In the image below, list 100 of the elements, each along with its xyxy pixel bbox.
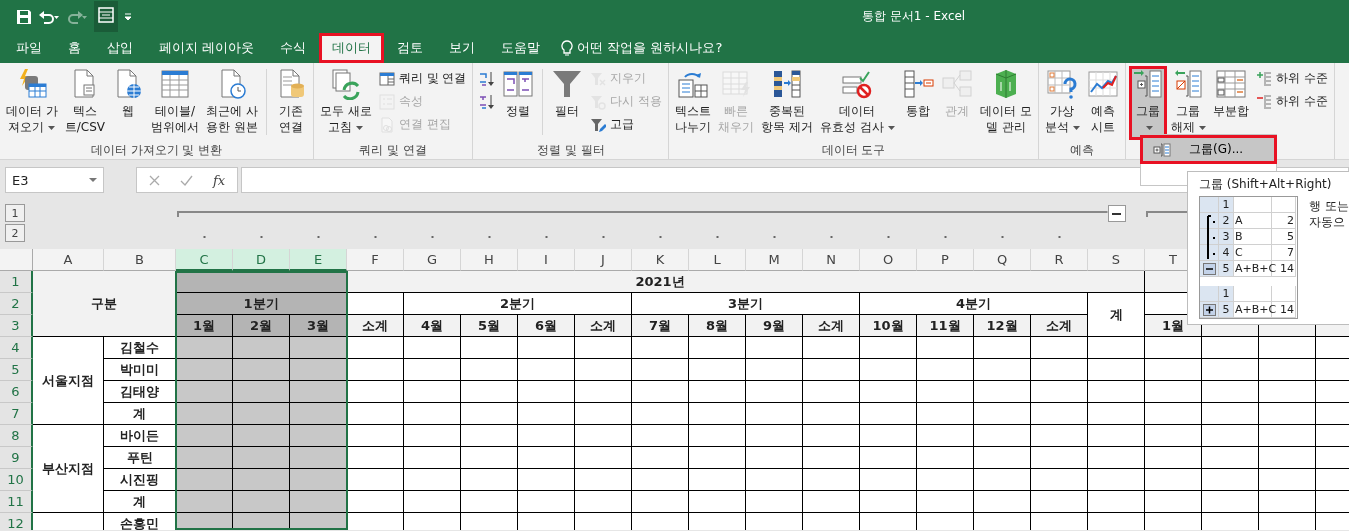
table-cell (290, 491, 347, 513)
funnel-pencil-icon (590, 116, 607, 133)
table-cell (746, 447, 803, 469)
table-cell (347, 403, 404, 425)
ribbon-small-button[interactable]: 고급 (587, 114, 666, 135)
tell-me-prompt[interactable]: 어떤 작업을 원하시나요? (577, 39, 723, 57)
ribbon-button[interactable]: 웹 (109, 66, 148, 140)
row-header[interactable]: 11 (0, 491, 33, 513)
row-header[interactable]: 5 (0, 359, 33, 381)
table-cell (347, 469, 404, 491)
table-cell (917, 381, 974, 403)
column-header[interactable]: R (1031, 249, 1088, 271)
column-header[interactable]: H (461, 249, 518, 271)
column-header[interactable]: S (1088, 249, 1145, 271)
row-header[interactable]: 12 (0, 513, 33, 530)
row-header[interactable]: 8 (0, 425, 33, 447)
column-header[interactable]: F (347, 249, 404, 271)
table-cell (1031, 337, 1088, 359)
outline-level-button[interactable]: 1 (5, 204, 25, 222)
ribbon-button[interactable]: 기존 연결 (271, 66, 310, 140)
column-header[interactable]: A (33, 249, 104, 271)
form-icon[interactable] (98, 7, 114, 23)
ribbon-tab[interactable]: 삽입 (94, 33, 146, 63)
ribbon-tab[interactable]: 페이지 레이아웃 (146, 33, 268, 63)
table-cell (1088, 425, 1145, 447)
ribbon-button[interactable]: 텍스 트/CSV (61, 66, 109, 140)
ribbon-button[interactable]: 텍스트 나누기 (672, 66, 715, 140)
table-cell (746, 469, 803, 491)
save-icon[interactable] (16, 8, 32, 25)
ribbon-button[interactable]: 데이터 모 델 관리 (976, 66, 1035, 140)
column-header[interactable]: O (860, 249, 917, 271)
collapse-button[interactable] (1107, 205, 1126, 222)
ribbon-button[interactable]: 중복된 항목 제거 (758, 66, 817, 140)
ribbon-button[interactable]: 필터 (548, 66, 587, 140)
column-header[interactable]: P (917, 249, 974, 271)
outline-level-button[interactable]: 2 (5, 224, 25, 242)
ribbon-tab[interactable]: 파일 (3, 33, 55, 63)
ribbon-button[interactable]: 그룹 (1128, 66, 1167, 140)
customize-caret-icon[interactable] (124, 12, 132, 21)
row-header[interactable]: 10 (0, 469, 33, 491)
insert-function-button[interactable]: fx (213, 172, 226, 188)
ribbon-button[interactable]: 최근에 사 용한 원본 (203, 66, 261, 140)
row-header[interactable]: 3 (0, 315, 33, 337)
redo-icon[interactable] (66, 8, 88, 25)
ribbon-small-button[interactable]: 하위 수준 (1252, 91, 1331, 112)
column-header[interactable]: J (575, 249, 632, 271)
ribbon-tab[interactable]: 보기 (436, 33, 489, 63)
column-header[interactable]: E (290, 249, 347, 271)
column-header[interactable]: D (233, 249, 290, 271)
row-header[interactable]: 4 (0, 337, 33, 359)
table-cell (461, 359, 518, 381)
ribbon-button[interactable]: 테이블/ 범위에서 (148, 66, 203, 140)
ribbon-small-button[interactable]: 쿼리 및 연결 (375, 68, 470, 89)
table-cell (575, 403, 632, 425)
undo-icon[interactable] (38, 8, 60, 25)
example-cell: 5 (1272, 229, 1296, 245)
row-header[interactable]: 6 (0, 381, 33, 403)
row-header[interactable]: 9 (0, 447, 33, 469)
table-cell: 부산지점 (33, 425, 104, 513)
ribbon-tab[interactable]: 도움말 (488, 33, 554, 63)
header-cell: 4월 (404, 315, 461, 337)
table-cell (347, 381, 404, 403)
row-header[interactable]: 7 (0, 403, 33, 425)
table-cell (347, 337, 404, 359)
row-header[interactable]: 1 (0, 271, 33, 293)
ribbon-small-button[interactable]: 하위 수준 (1252, 68, 1331, 89)
column-header[interactable]: B (104, 249, 176, 271)
name-box[interactable]: E3 (5, 167, 104, 193)
ribbon-button[interactable]: 데이터 유효성 검사 (817, 66, 898, 140)
column-header[interactable]: L (689, 249, 746, 271)
ribbon-button[interactable]: 그룹 해제 (1167, 66, 1209, 140)
ribbon-tab[interactable]: 홈 (55, 33, 94, 63)
ribbon-button[interactable]: 가상 분석 (1041, 66, 1083, 140)
table-cell (860, 491, 917, 513)
ribbon-tab[interactable]: 데이터 (319, 33, 385, 63)
ribbon-tab[interactable]: 검토 (384, 33, 437, 63)
group-label: 데이터 가져오기 및 변환 (89, 142, 224, 159)
column-header[interactable]: M (746, 249, 803, 271)
column-header[interactable]: C (176, 249, 233, 271)
ribbon-button[interactable]: 데이터 가 져오기 (3, 66, 61, 140)
table-cell (1031, 469, 1088, 491)
checkmark-icon[interactable] (180, 174, 193, 186)
column-header[interactable]: N (803, 249, 860, 271)
column-header[interactable]: G (404, 249, 461, 271)
ribbon-button[interactable]: 모두 새로 고침 (316, 66, 375, 140)
column-header[interactable]: K (632, 249, 689, 271)
column-header[interactable]: Q (974, 249, 1031, 271)
ribbon-tab[interactable]: 수식 (267, 33, 320, 63)
ribbon-button[interactable]: 정렬 (499, 66, 538, 140)
table-cell (347, 447, 404, 469)
ribbon-button[interactable]: 통합 (898, 66, 937, 140)
menu-item[interactable]: 그룹(G)... (1143, 138, 1274, 161)
header-cell: 5월 (461, 315, 518, 337)
table-cell (1088, 447, 1145, 469)
column-header[interactable]: I (518, 249, 575, 271)
ribbon-button[interactable]: 예측 시트 (1083, 66, 1122, 140)
window-title: 통합 문서1 - Excel (862, 8, 966, 25)
row-header[interactable]: 2 (0, 293, 33, 315)
example-cell: 2 (1272, 213, 1296, 229)
table-cell (461, 469, 518, 491)
